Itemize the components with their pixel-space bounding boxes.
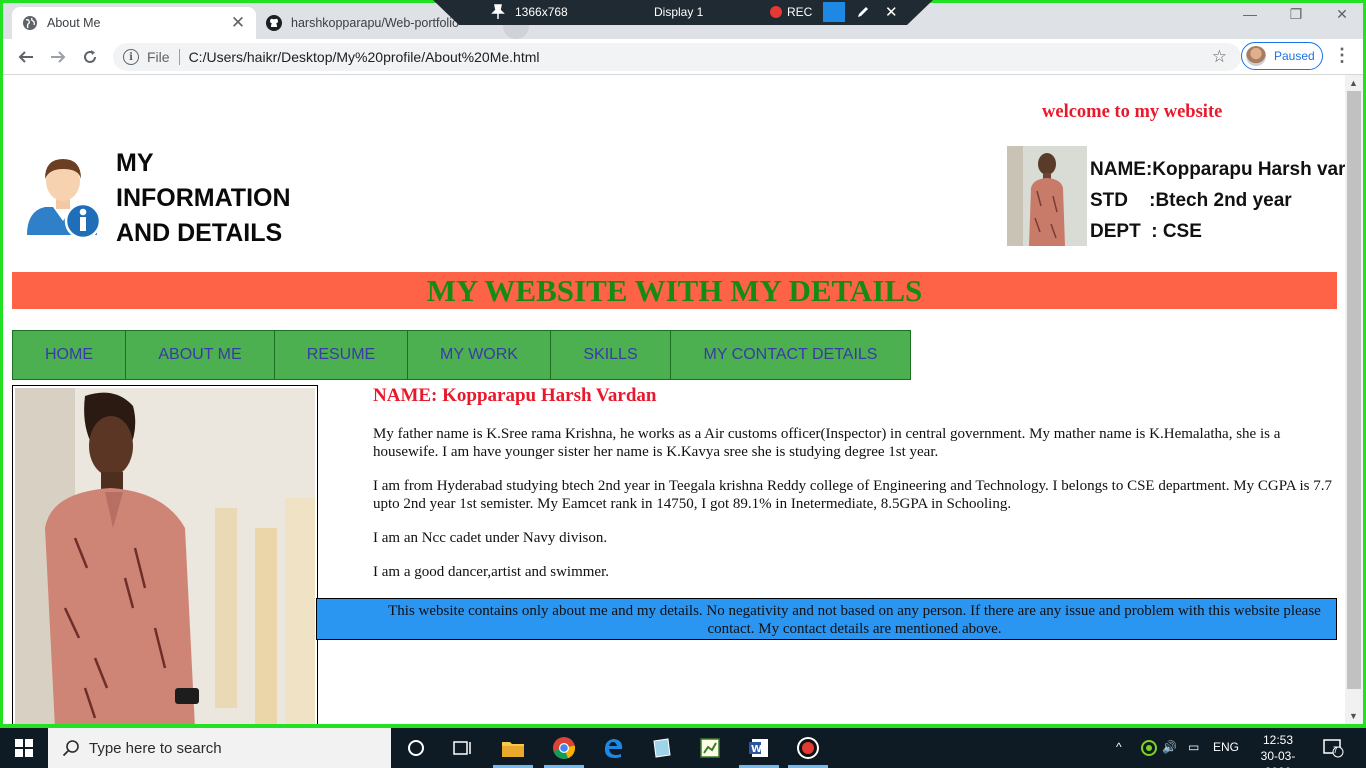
scroll-thumb[interactable] <box>1347 91 1361 689</box>
id-photo <box>1007 146 1087 246</box>
search-icon <box>62 740 79 757</box>
camera-icon[interactable] <box>823 2 845 22</box>
user-info-icon <box>27 159 102 239</box>
windows-taskbar: Type here to search W ^ 🔊 ▭ ENG 12:53 30… <box>0 728 1366 768</box>
browser-toolbar: i File C:/Users/haikr/Desktop/My%20profi… <box>3 39 1363 75</box>
forward-arrow-icon[interactable] <box>46 45 70 69</box>
nav-about-me[interactable]: ABOUT ME <box>126 331 275 379</box>
kebab-menu-icon[interactable]: ⋮ <box>1333 45 1351 66</box>
star-icon[interactable]: ☆ <box>1212 47 1227 67</box>
svg-text:W: W <box>751 744 762 755</box>
notes-app-icon[interactable] <box>648 735 674 761</box>
pin-icon[interactable] <box>491 4 505 20</box>
restore-icon[interactable]: ❐ <box>1273 3 1319 25</box>
page-scrollbar[interactable]: ▲ ▼ <box>1345 75 1363 724</box>
file-explorer-icon[interactable] <box>500 735 526 761</box>
about-content: NAME: Kopparapu Harsh Vardan My father n… <box>373 385 1335 597</box>
battery-icon[interactable]: ▭ <box>1188 740 1199 754</box>
nav-my-work[interactable]: MY WORK <box>408 331 551 379</box>
site-banner: MY WEBSITE WITH MY DETAILS <box>12 272 1337 309</box>
web-page: welcome to my website MY INFORMATION AND… <box>3 75 1345 724</box>
scroll-down-icon[interactable]: ▼ <box>1349 711 1358 721</box>
url-scheme: File <box>147 49 170 65</box>
main-nav: HOME ABOUT ME RESUME MY WORK SKILLS MY C… <box>12 330 911 380</box>
close-icon[interactable]: ✕ <box>230 13 246 32</box>
id-card: NAME:Kopparapu Harsh vardan STD :Btech 2n… <box>1007 146 1345 246</box>
logo-text: MY INFORMATION AND DETAILS <box>116 146 291 251</box>
nav-home[interactable]: HOME <box>13 331 126 379</box>
nav-skills[interactable]: SKILLS <box>551 331 671 379</box>
chrome-icon[interactable] <box>551 735 577 761</box>
recorder-resolution: 1366x768 <box>515 5 568 19</box>
hobbies-paragraph: I am a good dancer,artist and swimmer. <box>373 564 609 580</box>
task-view-icon[interactable] <box>450 735 476 761</box>
name-heading: NAME: Kopparapu Harsh Vardan <box>373 385 657 406</box>
window-close-icon[interactable]: ✕ <box>1319 3 1365 25</box>
logo-line: INFORMATION <box>116 184 291 212</box>
back-arrow-icon[interactable] <box>14 45 38 69</box>
profile-photo-frame <box>12 385 318 724</box>
welcome-text: welcome to my website <box>1042 102 1223 122</box>
disclaimer-notice: This website contains only about me and … <box>316 598 1337 640</box>
logo-line: MY <box>116 149 154 177</box>
tab-about-me[interactable]: About Me ✕ <box>12 7 256 39</box>
info-logo: MY INFORMATION AND DETAILS <box>23 143 323 247</box>
edge-icon[interactable] <box>600 735 626 761</box>
recorder-display[interactable]: Display 1 <box>654 5 703 19</box>
search-placeholder: Type here to search <box>89 739 222 757</box>
clock-time: 12:53 <box>1262 733 1294 747</box>
taskbar-search[interactable]: Type here to search <box>48 728 391 768</box>
windows-start-icon[interactable] <box>0 728 48 768</box>
cortana-icon[interactable] <box>403 735 429 761</box>
recorder-app-icon[interactable] <box>795 735 821 761</box>
clock-date: 30-03-2020 <box>1260 749 1296 768</box>
minimize-icon[interactable]: — <box>1227 3 1273 25</box>
nav-resume[interactable]: RESUME <box>275 331 408 379</box>
ncc-paragraph: I am an Ncc cadet under Navy divison. <box>373 530 608 546</box>
banner-title: MY WEBSITE WITH MY DETAILS <box>426 272 923 308</box>
system-clock[interactable]: 12:53 30-03-2020 <box>1248 732 1308 768</box>
volume-icon[interactable]: 🔊 <box>1162 740 1177 754</box>
record-dot-icon[interactable] <box>770 6 782 18</box>
recorder-close-icon[interactable]: ✕ <box>885 3 898 21</box>
education-paragraph: I am from Hyderabad studying btech 2nd y… <box>373 478 1332 512</box>
pen-icon[interactable] <box>855 4 871 20</box>
id-dept: DEPT : CSE <box>1090 221 1202 242</box>
globe-icon <box>23 16 37 30</box>
profile-status: Paused <box>1274 49 1315 63</box>
id-std: STD :Btech 2nd year <box>1090 190 1292 211</box>
recorder-rec-label[interactable]: REC <box>787 5 812 19</box>
tab-title: About Me <box>47 16 101 30</box>
avatar <box>1246 46 1266 66</box>
url-text[interactable]: C:/Users/haikr/Desktop/My%20profile/Abou… <box>189 49 1212 65</box>
notification-icon[interactable]: 7 <box>1320 735 1346 761</box>
chevron-up-icon[interactable]: ^ <box>1116 740 1122 754</box>
screen-recorder-bar: 1366x768 Display 1 REC ✕ <box>433 0 933 25</box>
info-icon[interactable]: i <box>123 49 139 65</box>
family-paragraph: My father name is K.Sree rama Krishna, h… <box>373 426 1281 460</box>
word-icon[interactable]: W <box>746 735 772 761</box>
id-name: NAME:Kopparapu Harsh vardan <box>1090 159 1345 180</box>
id-details: NAME:Kopparapu Harsh vardan STD :Btech 2n… <box>1090 154 1345 247</box>
profile-photo <box>15 388 315 724</box>
language-indicator[interactable]: ENG <box>1213 740 1239 754</box>
divider <box>178 49 180 65</box>
notification-count: 7 <box>1333 745 1339 755</box>
reload-icon[interactable] <box>78 45 102 69</box>
nav-contact-details[interactable]: MY CONTACT DETAILS <box>671 331 910 379</box>
github-icon <box>266 15 282 31</box>
logo-line: AND DETAILS <box>116 219 283 247</box>
address-bar[interactable]: i File C:/Users/haikr/Desktop/My%20profi… <box>113 43 1241 71</box>
profile-button[interactable]: Paused <box>1241 42 1323 70</box>
scroll-up-icon[interactable]: ▲ <box>1349 78 1358 88</box>
chart-app-icon[interactable] <box>697 735 723 761</box>
status-ring-icon[interactable] <box>1136 735 1162 761</box>
